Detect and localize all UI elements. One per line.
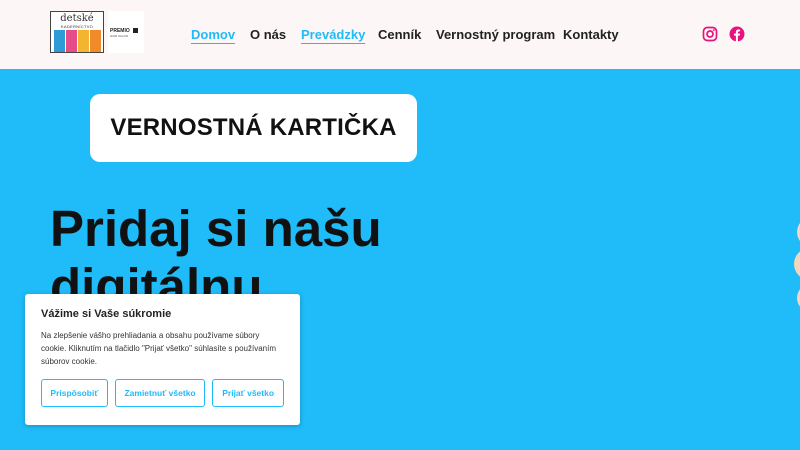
logo-detske-kadernictvo[interactable]: detské KADERNÍCTVO <box>50 11 104 53</box>
logo-subtext: KADERNÍCTVO <box>60 24 94 29</box>
partner-logo-mark <box>133 28 138 33</box>
loyalty-card-title: VERNOSTNÁ KARTIČKA <box>90 94 417 162</box>
instagram-icon[interactable] <box>702 26 718 42</box>
logo-dryer-block <box>90 30 101 52</box>
nav-item-cennik[interactable]: Cenník <box>378 27 421 42</box>
hero-headline-line-1: Pridaj si našu <box>50 200 382 257</box>
site-header: detské KADERNÍCTVO PREMIO HAIR SALON Dom… <box>0 0 800 69</box>
decorative-circle <box>794 251 800 277</box>
logo-text: detské <box>60 13 94 24</box>
logo-premio[interactable]: PREMIO HAIR SALON <box>108 11 144 53</box>
logo-comb-block <box>78 30 89 52</box>
nav-item-kontakty[interactable]: Kontakty <box>563 27 619 42</box>
nav-item-prevadzky[interactable]: Prevádzky <box>301 27 366 44</box>
nav-item-domov[interactable]: Domov <box>191 27 236 44</box>
partner-subtext: HAIR SALON <box>110 34 129 38</box>
cookie-reject-button[interactable]: Zamietnuť všetko <box>114 379 206 407</box>
cookie-buttons: Prispôsobiť Zamietnuť všetko Prijať všet… <box>41 379 285 407</box>
cookie-accept-button[interactable]: Prijať všetko <box>212 379 285 407</box>
cookie-text: Na zlepšenie vášho prehliadania a obsahu… <box>41 331 277 366</box>
nav-item-o-nas[interactable]: O nás <box>250 27 286 42</box>
facebook-icon[interactable] <box>729 26 745 42</box>
nav-item-vernostny-program[interactable]: Vernostný program <box>436 27 555 42</box>
logo-scissors-block <box>54 30 65 52</box>
cookie-customize-button[interactable]: Prispôsobiť <box>41 379 108 407</box>
cookie-title: Vážime si Vaše súkromie <box>41 308 172 320</box>
logo-brush-block <box>66 30 77 52</box>
cookie-consent-dialog: Vážime si Vaše súkromie Na zlepšenie váš… <box>25 294 300 425</box>
